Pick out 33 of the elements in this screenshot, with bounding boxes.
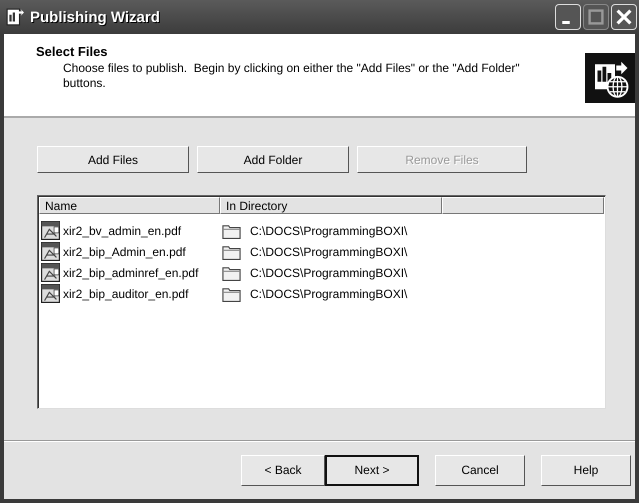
folder-icon [222,286,241,302]
close-icon [616,9,632,25]
minimize-icon [562,21,570,24]
file-name[interactable]: xir2_bip_auditor_en.pdf [63,286,188,300]
wizard-button[interactable]: Help [541,454,631,486]
pdf-file-icon [41,221,60,240]
wizard-button[interactable]: < Back [241,454,325,486]
folder-icon [222,264,241,280]
directory-path: C:\DOCS\ProgrammingBOXI\ [250,244,408,258]
wizard-button[interactable]: Next > [325,454,419,486]
file-name[interactable]: xir2_bip_adminref_en.pdf [63,266,198,280]
pdf-file-icon [41,263,60,282]
directory-path: C:\DOCS\ProgrammingBOXI\ [250,224,408,238]
pdf-file-icon [41,284,60,303]
step-description: Choose files to publish. Begin by clicking on either the "Add Files" or the "Add Folder" buttons. [62,61,521,91]
window-title: Publishing Wizard [30,8,161,26]
pdf-file-icon [41,242,60,261]
action-button[interactable]: Add Folder [197,146,349,173]
document-icon [6,8,24,26]
directory-path: C:\DOCS\ProgrammingBOXI\ [250,286,408,300]
step-title: Select Files [36,44,109,59]
folder-icon [222,222,241,238]
file-name[interactable]: xir2_bv_admin_en.pdf [63,224,182,238]
file-name[interactable]: xir2_bip_Admin_en.pdf [63,244,186,258]
column-header[interactable]: Name [39,197,220,214]
wizard-button[interactable]: Cancel [435,454,525,486]
directory-path: C:\DOCS\ProgrammingBOXI\ [250,266,408,280]
maximize-icon [588,9,604,25]
action-button[interactable]: Add Files [37,146,189,173]
close-button[interactable] [611,4,637,30]
column-header[interactable]: In Directory [220,197,442,214]
minimize-button[interactable] [555,4,581,30]
folder-icon [222,244,241,260]
